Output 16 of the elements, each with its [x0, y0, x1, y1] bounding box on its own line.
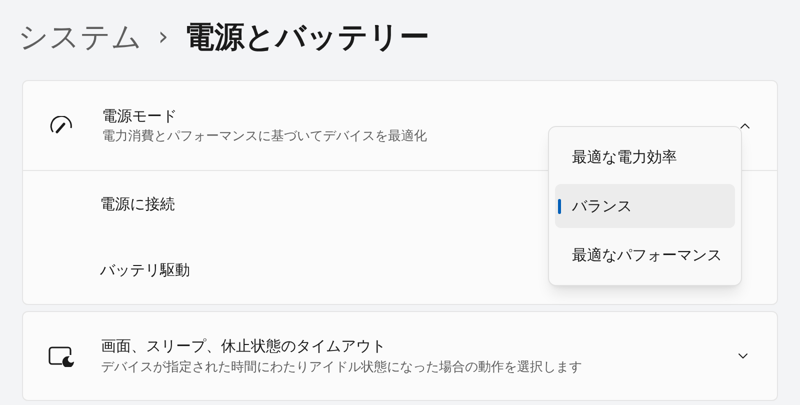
setting-title: 電源モード [102, 106, 178, 126]
breadcrumb-parent[interactable]: システム [18, 14, 142, 60]
sub-setting-label: バッテリ駆動 [100, 260, 190, 281]
gauge-icon [49, 116, 75, 136]
setting-description: デバイスが指定された時間にわたりアイドル状態になった場合の動作を選択します [101, 358, 583, 376]
breadcrumb-separator: › [158, 20, 168, 54]
page-title: 電源とバッテリー [184, 18, 430, 56]
selection-indicator [558, 199, 561, 214]
menu-item[interactable]: 最適な電力効率 [555, 135, 735, 179]
setting-title: 画面、スリープ、休止状態のタイムアウト [101, 336, 387, 357]
sub-setting-label: 電源に接続 [100, 194, 175, 215]
setting-description: 電力消費とパフォーマンスに基づいてデバイスを最適化 [102, 128, 428, 146]
timeout-card[interactable]: 画面、スリープ、休止状態のタイムアウト デバイスが指定された時間にわたりアイドル状態になった場合の動作を選択します [22, 311, 778, 401]
menu-item[interactable]: 最適なパフォーマンス [555, 233, 735, 277]
screen-sleep-icon [48, 345, 74, 367]
menu-item[interactable]: バランス [555, 184, 735, 228]
